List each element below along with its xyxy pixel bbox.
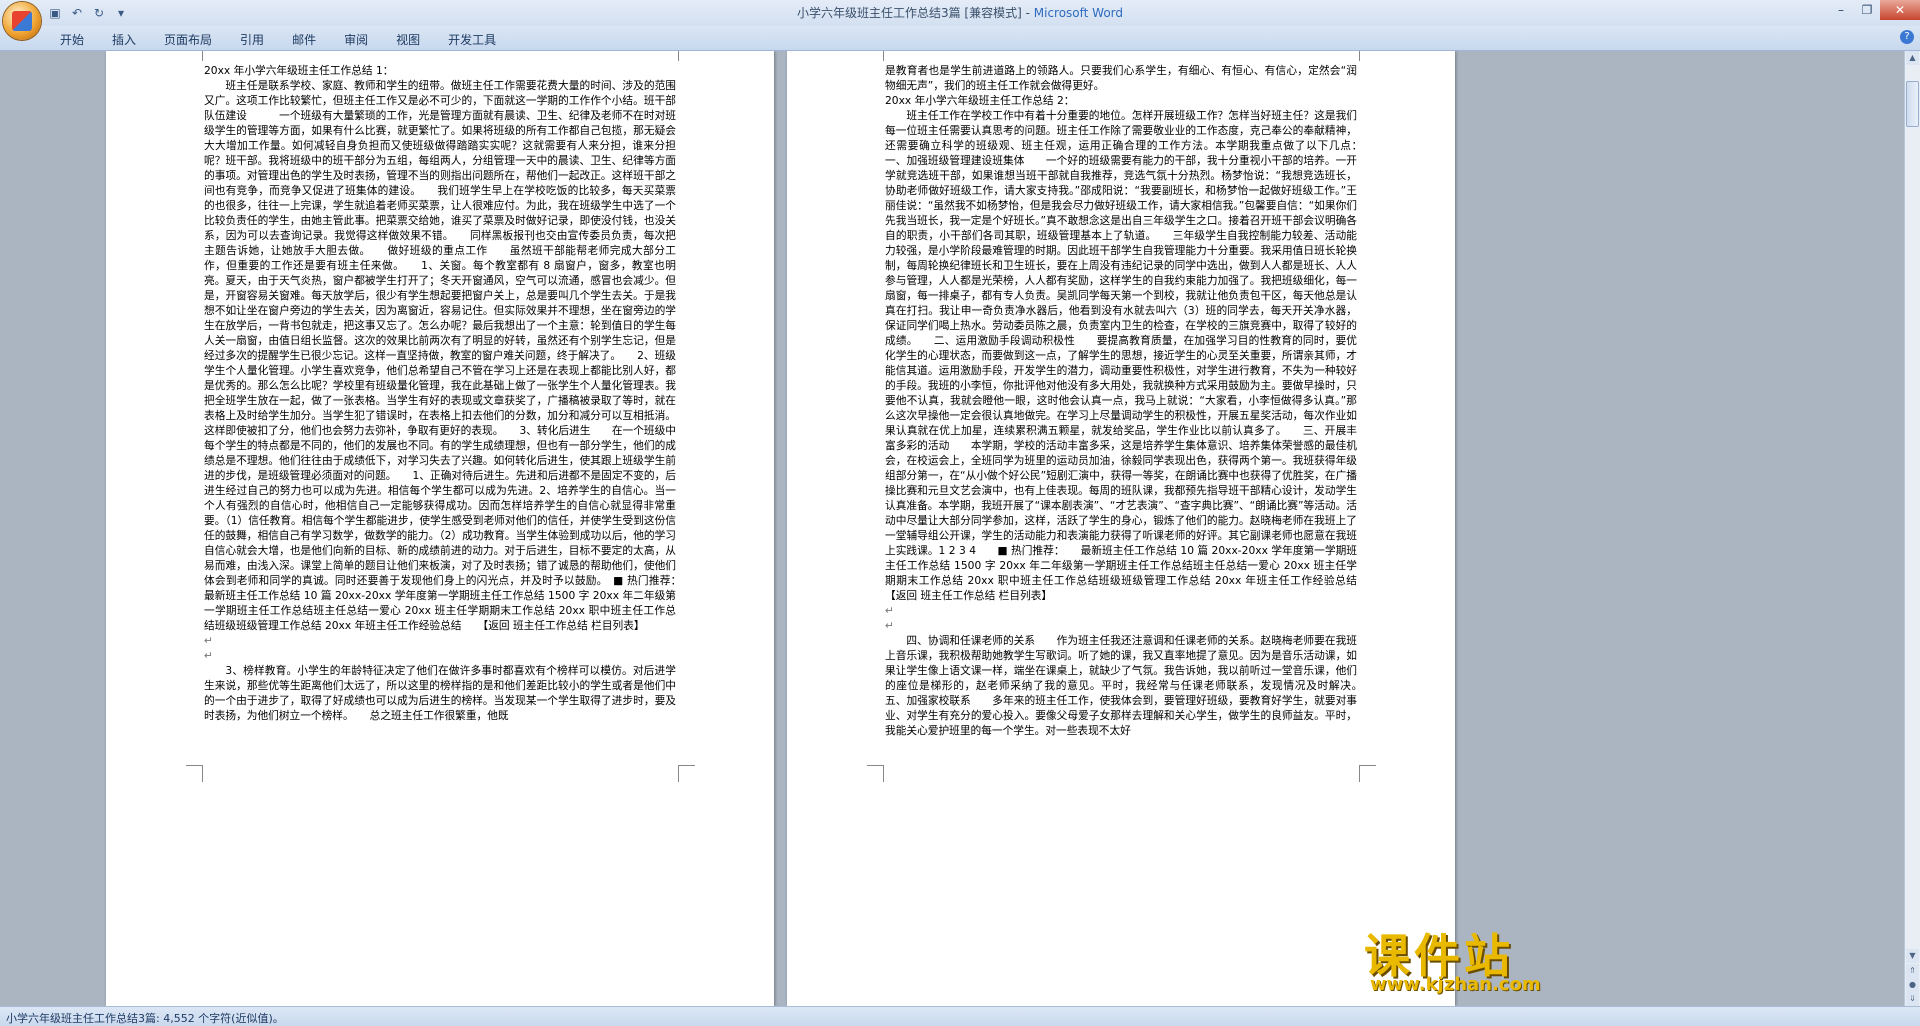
tab-3[interactable]: 引用 <box>226 29 278 50</box>
window-title-doc: 小学六年级班主任工作总结3篇 [兼容模式] - <box>796 6 1034 20</box>
paragraph[interactable]: 3、榜样教育。小学生的年龄特征决定了他们在做许多事时都喜欢有个榜样可以模仿。对后… <box>204 663 676 723</box>
paragraph[interactable]: ↵ <box>204 648 676 663</box>
document-page-right[interactable]: 是教育者也是学生前进道路上的领路人。只要我们心系学生，有细心、有恒心、有信心，定… <box>787 51 1455 1006</box>
tab-7[interactable]: 开发工具 <box>434 29 510 50</box>
help-icon[interactable]: ? <box>1900 30 1914 44</box>
paragraph[interactable]: 是教育者也是学生前进道路上的领路人。只要我们心系学生，有细心、有恒心、有信心，定… <box>885 63 1357 93</box>
paragraph[interactable]: ↵ <box>885 618 1357 633</box>
tab-4[interactable]: 邮件 <box>278 29 330 50</box>
tab-2[interactable]: 页面布局 <box>150 29 226 50</box>
paragraph[interactable]: ↵ <box>885 603 1357 618</box>
document-area[interactable]: 20xx 年小学六年级班主任工作总结 1： 班主任是联系学校、家庭、教师和学生的纽… <box>0 51 1905 1006</box>
tab-6[interactable]: 视图 <box>382 29 434 50</box>
title-bar: ▣ ↶ ↻ ▾ 小学六年级班主任工作总结3篇 [兼容模式] - Microsof… <box>0 0 1920 40</box>
crop-mark-bottom-left <box>867 765 884 782</box>
status-bar: 小学六年级班主任工作总结3篇: 4,552 个字符(近似值)。 <box>0 1006 1920 1026</box>
tab-list: 开始 插入 页面布局 引用 邮件 审阅 视图 开发工具 <box>46 29 510 50</box>
ribbon-tabs: 开始 插入 页面布局 引用 邮件 审阅 视图 开发工具 ? <box>0 26 1920 51</box>
maximize-icon[interactable]: ❐ <box>1854 0 1880 20</box>
tab-1[interactable]: 插入 <box>98 29 150 50</box>
watermark-logo: 课件站 www.kjzhan.com <box>1356 920 1561 998</box>
prev-page-icon[interactable]: ⇑ <box>1906 964 1919 978</box>
paragraph[interactable]: 班主任工作在学校工作中有着十分重要的地位。怎样开展班级工作？怎样当好班主任？这是… <box>885 108 1378 603</box>
browse-object-icon[interactable]: ● <box>1906 978 1919 992</box>
paragraph[interactable]: ↵ <box>204 633 676 648</box>
word-count-status[interactable]: 小学六年级班主任工作总结3篇: 4,552 个字符(近似值)。 <box>6 1010 284 1026</box>
minimize-icon[interactable]: – <box>1828 0 1854 20</box>
crop-mark-bottom-right <box>1359 765 1376 782</box>
paragraph[interactable]: 20xx 年小学六年级班主任工作总结 2： <box>885 93 1357 108</box>
next-page-icon[interactable]: ⇓ <box>1906 992 1919 1006</box>
paragraph[interactable]: 班主任是联系学校、家庭、教师和学生的纽带。做班主任工作需要花费大量的时间、涉及的… <box>204 78 697 633</box>
tab-5[interactable]: 审阅 <box>330 29 382 50</box>
crop-mark-top-right <box>1359 51 1376 61</box>
crop-mark-top-left <box>186 51 203 61</box>
crop-mark-bottom-right <box>678 765 695 782</box>
close-icon[interactable]: ✕ <box>1880 0 1920 20</box>
crop-mark-top-left <box>867 51 884 61</box>
page-text-right[interactable]: 是教育者也是学生前进道路上的领路人。只要我们心系学生，有细心、有恒心、有信心，定… <box>885 63 1378 738</box>
window-title-app: Microsoft Word <box>1033 6 1124 20</box>
page-text-left[interactable]: 20xx 年小学六年级班主任工作总结 1： 班主任是联系学校、家庭、教师和学生的纽… <box>204 63 697 723</box>
office-logo-icon <box>12 11 32 31</box>
window-title: 小学六年级班主任工作总结3篇 [兼容模式] - Microsoft Word <box>0 4 1920 21</box>
paragraph[interactable]: 四、协调和任课老师的关系 作为班主任我还注意调和任课老师的关系。赵晓梅老师要在我… <box>885 633 1378 738</box>
watermark-url: www.kjzhan.com <box>1370 974 1541 995</box>
scrollbar-thumb[interactable] <box>1906 81 1919 127</box>
tab-0[interactable]: 开始 <box>46 29 98 50</box>
vertical-scrollbar[interactable]: ▲ ▼ ⇑ ● ⇓ <box>1904 51 1920 1006</box>
crop-mark-bottom-left <box>186 765 203 782</box>
scroll-up-icon[interactable]: ▲ <box>1906 51 1919 65</box>
window-controls: – ❐ ✕ <box>1828 0 1920 20</box>
document-page-left[interactable]: 20xx 年小学六年级班主任工作总结 1： 班主任是联系学校、家庭、教师和学生的纽… <box>106 51 774 1006</box>
crop-mark-top-right <box>678 51 695 61</box>
scroll-down-icon[interactable]: ▼ <box>1906 949 1919 963</box>
office-button[interactable] <box>3 2 41 40</box>
paragraph[interactable]: 20xx 年小学六年级班主任工作总结 1： <box>204 63 676 78</box>
